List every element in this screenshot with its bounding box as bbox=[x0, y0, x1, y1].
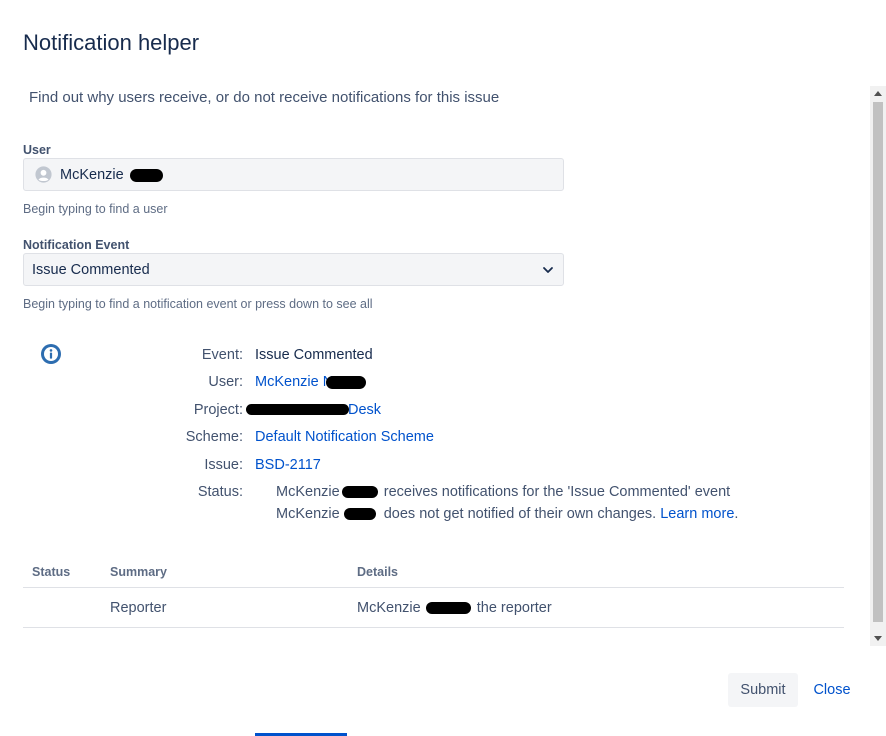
table-header-divider bbox=[23, 587, 844, 588]
status-period: . bbox=[734, 506, 739, 522]
scheme-link[interactable]: Default Notification Scheme bbox=[255, 429, 434, 445]
user-picker-value: McKenzie bbox=[60, 167, 124, 183]
issue-key: Issue: bbox=[204, 457, 243, 473]
event-select-value: Issue Commented bbox=[32, 262, 150, 278]
user-link[interactable]: McKenzie N bbox=[255, 374, 333, 390]
scheme-key: Scheme: bbox=[185, 429, 243, 445]
project-link[interactable]: Desk bbox=[348, 402, 381, 418]
redaction-mark bbox=[130, 169, 163, 182]
user-help-text: Begin typing to find a user bbox=[23, 202, 168, 216]
submit-button[interactable]: Submit bbox=[728, 673, 798, 707]
chevron-down-icon bbox=[543, 267, 553, 273]
table-header-summary: Summary bbox=[110, 565, 167, 579]
scrollbar[interactable] bbox=[870, 86, 886, 646]
row-details-text: the reporter bbox=[476, 600, 552, 616]
row-summary: Reporter bbox=[110, 600, 167, 616]
status-line-user-name: McKenzie bbox=[276, 484, 340, 500]
project-key: Project: bbox=[193, 402, 243, 418]
issue-link[interactable]: BSD-2117 bbox=[255, 457, 321, 473]
learn-more-link[interactable]: Learn more bbox=[660, 506, 734, 522]
status-key: Status: bbox=[197, 484, 243, 500]
user-avatar-icon bbox=[35, 166, 52, 183]
status-line-text: receives notifications for the 'Issue Co… bbox=[383, 484, 731, 500]
table-header-status: Status bbox=[32, 565, 71, 579]
dialog-description: Find out why users receive, or do not re… bbox=[29, 89, 500, 106]
scroll-up-arrow-icon[interactable] bbox=[874, 91, 882, 96]
user-picker[interactable]: McKenzie bbox=[23, 158, 564, 191]
redaction-mark bbox=[426, 602, 471, 614]
dialog-title: Notification helper bbox=[23, 30, 200, 55]
close-button[interactable]: Close bbox=[806, 673, 858, 707]
event-value: Issue Commented bbox=[255, 347, 373, 363]
row-details-user-name: McKenzie bbox=[357, 600, 421, 616]
event-help-text: Begin typing to find a notification even… bbox=[23, 297, 373, 311]
redaction-mark bbox=[326, 376, 366, 389]
event-key: Event: bbox=[201, 347, 243, 363]
redaction-mark bbox=[344, 508, 376, 520]
redaction-mark bbox=[246, 404, 349, 415]
status-line-user-name: McKenzie bbox=[276, 506, 340, 522]
scrollbar-thumb[interactable] bbox=[873, 102, 883, 622]
event-label: Notification Event bbox=[23, 238, 130, 252]
table-header-details: Details bbox=[357, 565, 398, 579]
user-key: User: bbox=[208, 374, 243, 390]
info-icon bbox=[41, 344, 61, 364]
table-bottom-divider bbox=[23, 627, 844, 628]
user-label: User bbox=[23, 143, 51, 157]
event-select[interactable]: Issue Commented bbox=[23, 253, 564, 286]
redaction-mark bbox=[342, 486, 378, 498]
status-line-text: does not get notified of their own chang… bbox=[383, 506, 657, 522]
scroll-down-arrow-icon[interactable] bbox=[874, 636, 882, 641]
